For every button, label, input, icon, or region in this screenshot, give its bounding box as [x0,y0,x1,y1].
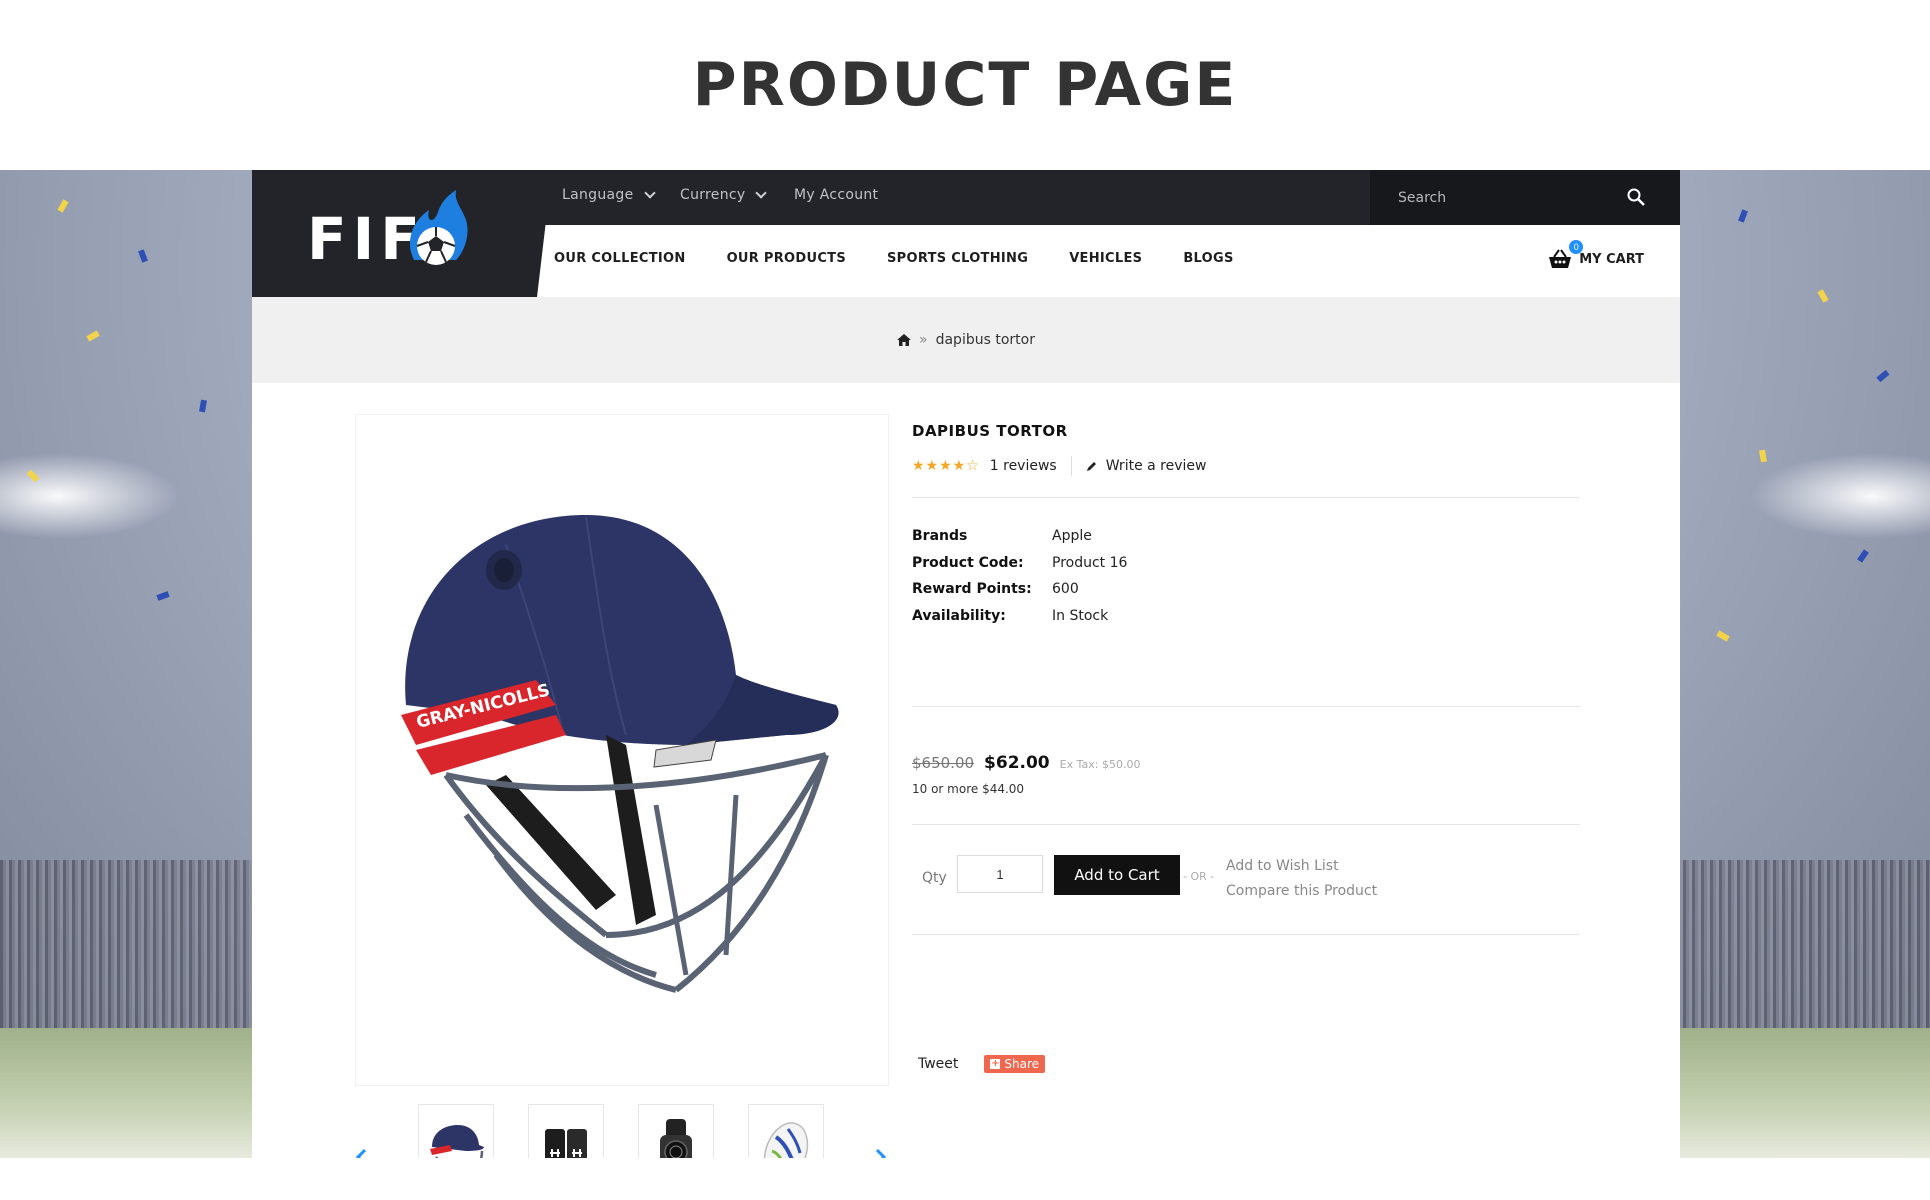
confetti-piece [57,199,69,213]
home-icon[interactable] [897,334,912,346]
breadcrumb-current[interactable]: dapibus tortor [936,332,1035,348]
currency-dropdown[interactable]: Currency [680,187,768,203]
current-price: $62.00 [984,753,1050,773]
divider [912,497,1580,498]
share-button[interactable]: + Share [984,1055,1046,1073]
add-to-cart-button[interactable]: Add to Cart [1054,855,1180,895]
nav-sports-clothing[interactable]: SPORTS CLOTHING [887,242,1028,276]
chevron-down-icon [643,187,656,199]
confetti-piece [1876,369,1890,383]
or-separator: - OR - [1183,870,1215,883]
confetti-piece [1759,449,1767,463]
account-label: My Account [794,187,879,203]
plus-icon: + [990,1058,1001,1069]
add-to-wishlist-link[interactable]: Add to Wish List [1226,858,1339,874]
compare-product-link[interactable]: Compare this Product [1226,883,1377,899]
chevron-down-icon [755,187,768,199]
confetti-piece [1857,549,1869,563]
thumbnail-helmet[interactable] [418,1104,494,1158]
confetti-piece [26,469,40,483]
language-label: Language [562,187,634,203]
spec-value: Product 16 [1052,554,1128,571]
tweet-button[interactable]: Tweet [918,1056,958,1072]
purchase-row: Qty Add to Cart - OR - Add to Wish List … [912,855,1580,899]
thumbnail-rugby-ball[interactable] [748,1104,824,1158]
product-specs: Brands Apple Product Code: Product 16 Re… [912,523,1127,629]
main-nav: OUR COLLECTION OUR PRODUCTS SPORTS CLOTH… [554,242,1234,276]
my-account-link[interactable]: My Account [794,187,878,203]
price-row: $650.00 $62.00 Ex Tax: $50.00 [912,753,1140,773]
thumbnail-wristband[interactable] [528,1104,604,1158]
quantity-input[interactable] [957,855,1043,893]
search-input[interactable] [1396,184,1630,212]
spec-label: Product Code: [912,554,1024,571]
nav-our-products[interactable]: OUR PRODUCTS [727,242,846,276]
rating-stars: ★★★★☆ [912,458,980,474]
share-label: Share [1004,1057,1040,1071]
breadcrumb: » dapibus tortor [252,297,1680,383]
chevron-left-icon[interactable] [355,1148,367,1158]
spec-label: Brands [912,528,968,545]
nav-our-collection[interactable]: OUR COLLECTION [554,242,686,276]
store-window: FIF Language Currency My Account OUR COL… [252,170,1680,1158]
search-icon[interactable] [1626,187,1646,207]
rating-row: ★★★★☆ 1 reviews Write a review [912,456,1206,476]
search-box [1370,170,1680,225]
confetti-piece [1716,630,1730,642]
nav-vehicles[interactable]: VEHICLES [1069,242,1142,276]
spec-row-product-code: Product Code: Product 16 [912,550,1127,577]
confetti-piece [1738,209,1748,223]
nav-blogs[interactable]: BLOGS [1183,242,1233,276]
ex-tax-price: Ex Tax: $50.00 [1059,758,1141,771]
old-price: $650.00 [912,754,975,772]
spec-value: In Stock [1052,607,1109,624]
main-product-image[interactable]: GRAY-NICOLLS [355,414,889,1086]
pencil-icon [1086,462,1096,471]
thumbnail-carousel [355,1104,887,1158]
divider [912,934,1580,935]
write-review-label: Write a review [1105,458,1207,474]
brand-link[interactable]: Apple [1052,528,1092,544]
cart-basket-icon [1549,249,1572,268]
spec-label: Availability: [912,607,1006,624]
spec-label: Reward Points: [912,581,1032,598]
divider [912,706,1580,707]
write-review-link[interactable]: Write a review [1086,458,1207,474]
product-title: DAPIBUS TORTOR [912,422,1068,440]
confetti-piece [199,399,207,413]
divider [912,824,1580,825]
spec-value: 600 [1052,581,1079,598]
my-cart-button[interactable]: 0 MY CART [1547,240,1644,270]
reviews-link[interactable]: 1 reviews [990,458,1057,474]
rugby-ball-thumb-icon [763,1122,809,1158]
helmet-thumb-icon [430,1125,484,1158]
bulk-discount: 10 or more $44.00 [912,782,1025,796]
currency-label: Currency [680,187,746,203]
spec-row-reward-points: Reward Points: 600 [912,576,1127,603]
thumbnail-watch[interactable] [638,1104,714,1158]
cart-label: MY CART [1579,251,1644,267]
chevron-right-icon[interactable] [875,1148,887,1158]
watch-thumb-icon [660,1119,692,1158]
wristband-thumb-icon [545,1129,587,1158]
confetti-piece [138,249,148,263]
confetti-piece [1817,289,1829,303]
page-heading: PRODUCT PAGE [692,50,1238,120]
cricket-helmet-image: GRAY-NICOLLS [401,515,839,993]
qty-label: Qty [922,870,947,886]
confetti-piece [156,591,170,601]
social-share-row: Tweet + Share [912,1055,1046,1073]
divider [1070,456,1072,476]
language-dropdown[interactable]: Language [562,187,656,203]
confetti-piece [86,330,100,342]
spec-row-availability: Availability: In Stock [912,603,1127,630]
spec-row-brand: Brands Apple [912,523,1127,550]
breadcrumb-separator: » [919,332,928,348]
flaming-ball-icon [409,190,468,265]
top-bar: Language Currency My Account [542,170,1680,225]
